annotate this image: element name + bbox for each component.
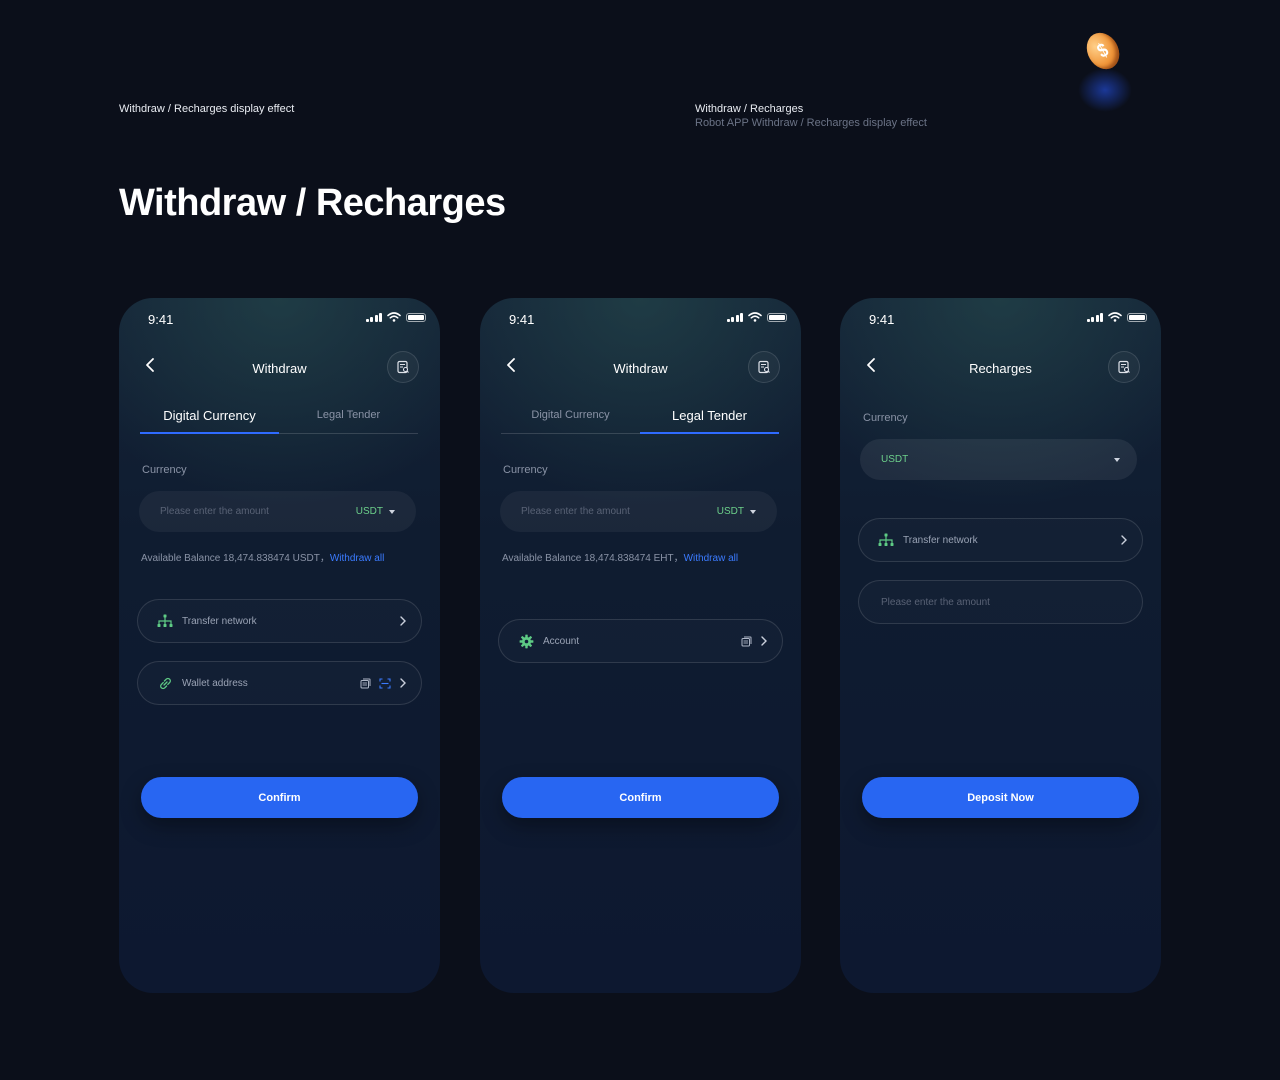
- scan-icon[interactable]: [379, 677, 391, 689]
- wallet-address-row[interactable]: Wallet address: [137, 661, 422, 705]
- confirm-button[interactable]: Confirm: [502, 777, 779, 818]
- chevron-right-icon: [761, 636, 767, 646]
- status-time: 9:41: [148, 312, 174, 327]
- paste-icon[interactable]: [360, 678, 371, 689]
- amount-placeholder: Please enter the amount: [881, 596, 990, 608]
- phone-withdraw-legal: 9:41 Withdraw Digital Currency Legal Ten…: [480, 298, 801, 993]
- transfer-network-label: Transfer network: [182, 615, 257, 627]
- wifi-icon: [387, 312, 401, 322]
- chevron-right-icon: [1121, 535, 1127, 545]
- records-button[interactable]: [1108, 351, 1140, 383]
- withdraw-all-link[interactable]: Withdraw all: [684, 553, 738, 564]
- currency-select[interactable]: USDT: [860, 439, 1137, 480]
- coin-illustration: $: [1070, 26, 1140, 112]
- confirm-button[interactable]: Confirm: [141, 777, 418, 818]
- records-icon: [1118, 360, 1130, 374]
- battery-icon: [1127, 312, 1147, 322]
- caption-right-subtitle: Robot APP Withdraw / Recharges display e…: [695, 117, 927, 129]
- tab-bar: Digital Currency Legal Tender: [501, 402, 779, 434]
- status-time: 9:41: [869, 312, 895, 327]
- phone-recharges: 9:41 Recharges Currency USDT Transfer ne…: [840, 298, 1161, 993]
- tab-legal-tender[interactable]: Legal Tender: [640, 402, 779, 434]
- coin-icon: $: [1080, 26, 1126, 76]
- status-icons: [365, 312, 426, 322]
- network-icon: [877, 532, 895, 548]
- amount-input[interactable]: Please enter the amount: [858, 580, 1143, 624]
- coin-value: USDT: [716, 506, 744, 517]
- signal-icon: [365, 312, 382, 322]
- amount-placeholder: Please enter the amount: [160, 506, 269, 517]
- currency-label: Currency: [142, 464, 187, 476]
- amount-input[interactable]: Please enter the amount USDT: [139, 491, 416, 532]
- balance-text: Available Balance 18,474.838474 EHT，: [502, 553, 684, 564]
- transfer-network-row[interactable]: Transfer network: [858, 518, 1143, 562]
- battery-icon: [767, 312, 787, 322]
- coin-value: USDT: [355, 506, 383, 517]
- records-button[interactable]: [387, 351, 419, 383]
- deposit-now-button[interactable]: Deposit Now: [862, 777, 1139, 818]
- transfer-network-row[interactable]: Transfer network: [137, 599, 422, 643]
- transfer-network-label: Transfer network: [903, 534, 978, 546]
- amount-input[interactable]: Please enter the amount USDT: [500, 491, 777, 532]
- coin-dropdown[interactable]: USDT: [356, 506, 395, 517]
- caption-right-title: Withdraw / Recharges: [695, 103, 804, 115]
- records-icon: [397, 360, 409, 374]
- battery-icon: [406, 312, 426, 322]
- amount-placeholder: Please enter the amount: [521, 506, 630, 517]
- status-time: 9:41: [509, 312, 535, 327]
- tab-legal-tender[interactable]: Legal Tender: [279, 402, 418, 433]
- available-balance: Available Balance 18,474.838474 USDT，Wit…: [141, 549, 384, 564]
- records-button[interactable]: [748, 351, 780, 383]
- link-icon: [156, 675, 174, 691]
- coin-glow: [1078, 68, 1132, 112]
- chevron-down-icon: [389, 509, 395, 514]
- coin-dropdown[interactable]: USDT: [717, 506, 756, 517]
- gear-icon: [517, 633, 535, 649]
- caption-right: Withdraw / Recharges Robot APP Withdraw …: [695, 103, 927, 129]
- caption-left: Withdraw / Recharges display effect: [119, 103, 295, 115]
- account-label: Account: [543, 635, 580, 647]
- signal-icon: [1086, 312, 1103, 322]
- wifi-icon: [1108, 312, 1122, 322]
- chevron-down-icon: [1114, 457, 1120, 462]
- signal-icon: [726, 312, 743, 322]
- selected-coin: USDT: [881, 454, 909, 465]
- status-icons: [1086, 312, 1147, 322]
- chevron-down-icon: [750, 509, 756, 514]
- tab-bar: Digital Currency Legal Tender: [140, 402, 418, 434]
- withdraw-all-link[interactable]: Withdraw all: [330, 553, 384, 564]
- tab-digital-currency[interactable]: Digital Currency: [140, 402, 279, 434]
- page-title: Withdraw / Recharges: [119, 182, 506, 224]
- balance-text: Available Balance 18,474.838474 USDT，: [141, 553, 330, 564]
- wifi-icon: [748, 312, 762, 322]
- network-icon: [156, 613, 174, 629]
- currency-label: Currency: [863, 412, 908, 424]
- status-icons: [726, 312, 787, 322]
- paste-icon[interactable]: [741, 636, 752, 647]
- account-row[interactable]: Account: [498, 619, 783, 663]
- chevron-right-icon: [400, 678, 406, 688]
- chevron-right-icon: [400, 616, 406, 626]
- tab-digital-currency[interactable]: Digital Currency: [501, 402, 640, 433]
- wallet-address-label: Wallet address: [182, 677, 248, 689]
- currency-label: Currency: [503, 464, 548, 476]
- available-balance: Available Balance 18,474.838474 EHT，With…: [502, 549, 738, 564]
- phone-withdraw-digital: 9:41 Withdraw Digital Currency Legal Ten…: [119, 298, 440, 993]
- records-icon: [758, 360, 770, 374]
